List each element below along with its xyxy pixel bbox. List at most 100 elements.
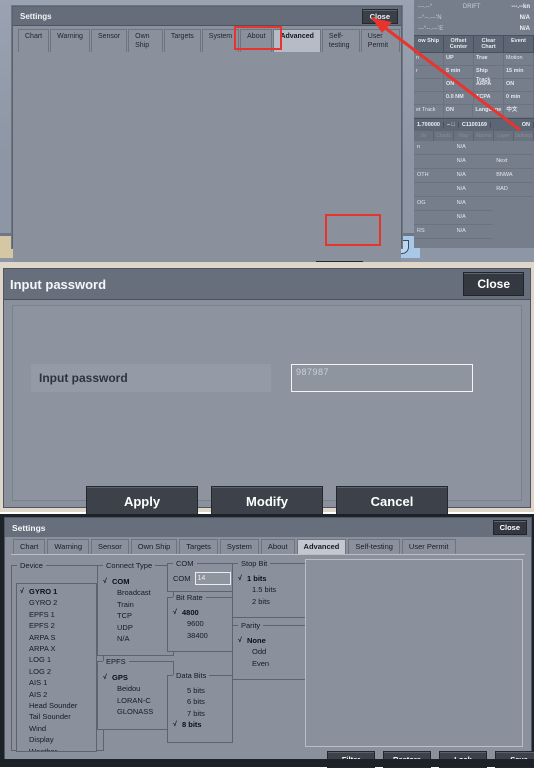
device-item-arpa-s[interactable]: ARPA S xyxy=(20,632,96,643)
data-bits-8[interactable]: √ 8 bits xyxy=(173,719,228,730)
device-item-epfs-1[interactable]: EPFS 1 xyxy=(20,609,96,620)
tab-sensor[interactable]: Sensor xyxy=(90,29,128,52)
output-log-panel[interactable] xyxy=(305,559,523,747)
epfs-beidou[interactable]: Beidou xyxy=(103,683,169,694)
check-icon: √ xyxy=(173,609,177,616)
com-field-label: COM xyxy=(173,574,191,583)
connect-type-udp[interactable]: UDP xyxy=(103,622,169,633)
tab-chart[interactable]: Chart xyxy=(18,29,50,52)
stop-bit-2[interactable]: 2 bits xyxy=(238,596,302,607)
tab-warning[interactable]: Warning xyxy=(50,29,90,52)
parity-list[interactable]: √ None Odd Even xyxy=(238,632,302,669)
header-own-ship[interactable]: ow Ship xyxy=(414,36,444,52)
close-button[interactable]: Close xyxy=(492,520,527,535)
connect-type-train[interactable]: Train xyxy=(103,599,169,610)
connect-type-tcp[interactable]: TCP xyxy=(103,610,169,621)
na-value: N/A xyxy=(453,183,494,197)
data-bits-6[interactable]: 6 bits xyxy=(173,696,228,707)
parity-even[interactable]: Even xyxy=(238,658,302,669)
tab-warning[interactable]: Warning xyxy=(47,539,89,554)
na-value: N/A xyxy=(453,141,494,155)
device-item-ais-2[interactable]: AIS 2 xyxy=(20,689,96,700)
cell-text: ON xyxy=(443,105,473,118)
close-button[interactable]: Close xyxy=(361,8,398,24)
subtab-map[interactable]: Map xyxy=(454,131,474,141)
device-item-tail-sounder[interactable]: Tail Sounder xyxy=(20,711,96,722)
tab-chart[interactable]: Chart xyxy=(13,539,46,554)
header-event[interactable]: Event xyxy=(504,36,534,52)
readout-row: ---.--° DRIFT ---.--kn xyxy=(418,2,530,13)
stop-bit-1[interactable]: √ 1 bits xyxy=(238,573,302,584)
device-item-arpa-x[interactable]: ARPA X xyxy=(20,643,96,654)
tab-user-permit[interactable]: User Permit xyxy=(401,539,456,554)
close-button[interactable]: Close xyxy=(463,272,524,296)
cell-col3: True xyxy=(474,53,504,66)
tab-advanced[interactable]: Advanced xyxy=(296,539,347,554)
data-bits-list[interactable]: 5 bits 6 bits 7 bits √ 8 bits xyxy=(173,682,228,731)
com-group: COM COM 14 xyxy=(167,559,236,592)
connect-type-com[interactable]: √ COM xyxy=(103,576,169,587)
device-item-ais-1[interactable]: AIS 1 xyxy=(20,677,96,688)
epfs-loran-c[interactable]: LORAN-C xyxy=(103,695,169,706)
header-offset-center[interactable]: Offset Center xyxy=(444,36,474,52)
strip-zoom-controls[interactable]: – □ xyxy=(444,122,459,128)
parity-none[interactable]: √ None xyxy=(238,635,302,646)
com-number-input[interactable]: 14 xyxy=(194,572,231,585)
tab-about[interactable]: About xyxy=(260,539,295,554)
epfs-list[interactable]: √ GPS Beidou LORAN-C GLONASS xyxy=(103,668,169,718)
bit-rate-list[interactable]: √ 4800 9600 38400 xyxy=(173,604,228,641)
subtab-mode[interactable]: de xyxy=(414,131,434,141)
bit-rate-9600[interactable]: 9600 xyxy=(173,618,228,629)
device-legend: Device xyxy=(20,561,43,570)
tab-self-testing[interactable]: Self-testing xyxy=(321,29,360,52)
annotation-box-unlock-button xyxy=(325,214,381,246)
device-item-gyro-2[interactable]: GYRO 2 xyxy=(20,597,96,608)
tab-system[interactable]: System xyxy=(219,539,259,554)
data-bits-7[interactable]: 7 bits xyxy=(173,708,228,719)
device-item-gyro-1[interactable]: √ GYRO 1 xyxy=(20,586,96,597)
epfs-glonass[interactable]: GLONASS xyxy=(103,706,169,717)
item-label: EPFS 2 xyxy=(29,621,55,631)
check-icon: √ xyxy=(238,637,242,644)
device-item-head-sounder[interactable]: Head Sounder xyxy=(20,700,96,711)
stop-bit-1-5[interactable]: 1.5 bits xyxy=(238,584,302,595)
stop-bit-list[interactable]: √ 1 bits 1.5 bits 2 bits xyxy=(238,570,302,607)
device-item-display[interactable]: Display xyxy=(20,734,96,745)
password-input[interactable]: 987987 xyxy=(291,364,473,392)
tab-targets[interactable]: Targets xyxy=(163,29,201,52)
device-item-log-1[interactable]: LOG 1 xyxy=(20,654,96,665)
tab-self-testing[interactable]: Self-testing xyxy=(348,539,400,554)
device-list[interactable]: √ GYRO 1 GYRO 2 EPFS 1 EPFS 2 ARPA S ARPA… xyxy=(16,583,97,752)
epfs-gps[interactable]: √ GPS xyxy=(103,672,169,683)
item-label: LOG 2 xyxy=(29,666,52,676)
device-item-epfs-2[interactable]: EPFS 2 xyxy=(20,620,96,631)
data-bits-5[interactable]: 5 bits xyxy=(173,685,228,696)
tab-own-ship[interactable]: Own Ship xyxy=(128,29,163,52)
header-clear-chart[interactable]: Clear Chart xyxy=(474,36,504,52)
readout-latitude: --°--.---'N xyxy=(418,15,442,21)
device-item-log-2[interactable]: LOG 2 xyxy=(20,666,96,677)
connect-type-broadcast[interactable]: Broadcast xyxy=(103,587,169,598)
subtab-layer[interactable]: Layer xyxy=(494,131,514,141)
tab-targets[interactable]: Targets xyxy=(179,539,218,554)
tab-user-permit[interactable]: User Permit xyxy=(360,29,400,52)
subtab-alarms[interactable]: Alarms xyxy=(474,131,494,141)
subtab-settings[interactable]: Settings xyxy=(514,131,534,141)
strip-chart-id: C1100169 xyxy=(459,122,491,128)
parity-odd[interactable]: Odd xyxy=(238,646,302,657)
info-subtab-bar: de Charts Map Alarms Layer Settings xyxy=(414,131,534,141)
connect-type-list[interactable]: √ COM Broadcast Train TCP UDP N/A xyxy=(103,572,169,644)
device-item-weather[interactable]: Weather xyxy=(20,746,96,751)
tab-bar-top: Chart Warning Sensor Own Ship Targets Sy… xyxy=(13,26,401,52)
item-label: 6 bits xyxy=(187,697,205,707)
device-item-wind[interactable]: Wind xyxy=(20,723,96,734)
item-label: 1.5 bits xyxy=(252,585,277,595)
bit-rate-38400[interactable]: 38400 xyxy=(173,630,228,641)
bit-rate-4800[interactable]: √ 4800 xyxy=(173,607,228,618)
subtab-charts[interactable]: Charts xyxy=(434,131,454,141)
tab-sensor[interactable]: Sensor xyxy=(91,539,129,554)
tab-own-ship[interactable]: Own Ship xyxy=(130,539,178,554)
item-label: Odd xyxy=(252,647,267,657)
item-label: GYRO 1 xyxy=(29,587,58,596)
connect-type-na[interactable]: N/A xyxy=(103,633,169,644)
